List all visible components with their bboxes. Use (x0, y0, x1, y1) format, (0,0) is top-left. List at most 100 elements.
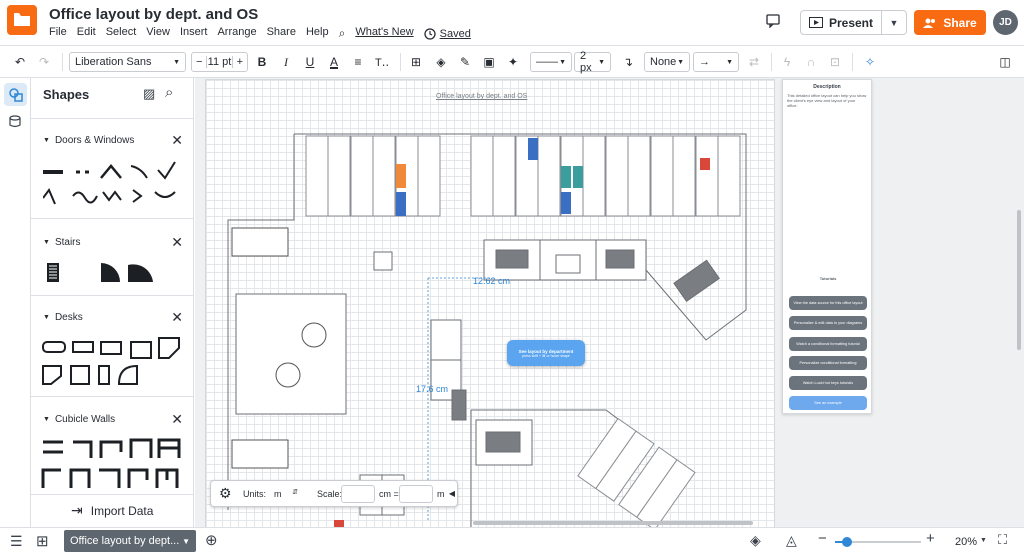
canvas-horizontal-scrollbar[interactable] (473, 521, 753, 525)
fullscreen-icon[interactable]: ⛶ (998, 532, 1007, 548)
zoom-slider-handle[interactable] (842, 537, 852, 547)
magic-wand-icon[interactable]: ✦ (504, 52, 522, 72)
description-panel: Description This detailed office layout … (782, 79, 872, 414)
menu-insert[interactable]: Insert (180, 26, 208, 41)
page-tab[interactable]: Office layout by dept... ▼ (64, 530, 196, 552)
close-icon[interactable]: ✕ (171, 234, 183, 251)
comments-icon[interactable] (766, 14, 780, 33)
menu-help[interactable]: Help (306, 26, 329, 41)
zoom-level[interactable]: 20% (955, 536, 977, 548)
present-button[interactable]: Present (800, 10, 882, 35)
tutorials-heading: Tutorials (819, 276, 837, 281)
tutorial-button-3[interactable]: Watch a conditional formatting tutorial (789, 337, 867, 351)
measurement-label-1: 12.62 cm (473, 276, 511, 286)
arrow-start-select[interactable]: None ▼ (644, 52, 690, 72)
user-avatar[interactable]: JD (993, 10, 1018, 35)
canvas-vertical-scrollbar[interactable] (1017, 210, 1021, 350)
wrench-icon[interactable]: ✧ (861, 52, 879, 72)
section-desks[interactable]: ▼ Desks ✕ (43, 309, 183, 326)
style-icon[interactable]: ▣ (480, 52, 498, 72)
scale-cm-input[interactable] (341, 485, 375, 503)
line-width-select[interactable]: 2 px ▼ (574, 50, 611, 74)
tutorial-button-2[interactable]: Personalize & edit data to your diagrams (789, 316, 867, 330)
present-dropdown-chevron-icon[interactable]: ▼ (881, 10, 907, 35)
diagram-canvas[interactable]: Office layout by dept. and OS 12.62 cm 1… (195, 78, 1024, 527)
underline-icon[interactable]: U (301, 52, 319, 72)
line-style-select[interactable]: —— ▼ (530, 52, 572, 72)
arrow-end-select[interactable]: → ▼ (693, 52, 739, 72)
share-button[interactable]: Share (914, 10, 986, 35)
floor-plan[interactable] (206, 80, 776, 527)
stairs-shapes[interactable] (43, 261, 183, 285)
redo-icon[interactable]: ↷ (34, 52, 54, 72)
close-icon[interactable]: ✕ (171, 309, 183, 326)
list-view-icon[interactable]: ☰ (10, 533, 23, 550)
italic-icon[interactable]: I (277, 52, 295, 72)
saved-label: Saved (439, 27, 471, 40)
fill-color-icon[interactable]: ◈ (432, 52, 450, 72)
section-doors-windows[interactable]: ▼ Doors & Windows ✕ (43, 132, 183, 149)
text-options-icon[interactable]: T‥ (373, 52, 391, 72)
app-logo-folder-icon[interactable] (7, 5, 37, 35)
lightning-icon[interactable]: ϟ (778, 52, 796, 72)
swap-arrows-icon[interactable]: ⇄ (745, 52, 763, 72)
units-select[interactable]: m ⇵ (269, 485, 301, 503)
saved-status[interactable]: Saved (424, 26, 481, 41)
menu-share[interactable]: Share (267, 26, 296, 41)
bold-icon[interactable]: B (253, 52, 271, 72)
font-size-increase-button[interactable]: + (231, 56, 247, 68)
tutorial-button-1[interactable]: View the data source for this office lay… (789, 296, 867, 310)
section-cubicle-walls[interactable]: ▼ Cubicle Walls ✕ (43, 411, 183, 428)
scale-m-input[interactable] (399, 485, 433, 503)
zoom-in-icon[interactable]: + (926, 530, 935, 547)
lock-icon[interactable]: ⊡ (826, 52, 844, 72)
tutorial-button-4[interactable]: Personalize conditional formatting (789, 356, 867, 370)
layers-icon[interactable]: ◈ (750, 532, 761, 549)
tutorial-button-5[interactable]: Watch Lucid hot keys tutorials (789, 376, 867, 390)
line-shape-icon[interactable]: ↴ (619, 52, 637, 72)
panel-toggle-icon[interactable]: ◫ (995, 52, 1015, 72)
document-title[interactable]: Office layout by dept. and OS (49, 6, 258, 23)
cubicle-walls-shapes[interactable] (41, 438, 186, 496)
see-example-button[interactable]: See an example (789, 396, 867, 410)
diagram-page[interactable]: Office layout by dept. and OS 12.62 cm 1… (205, 79, 775, 527)
menu-arrange[interactable]: Arrange (217, 26, 256, 41)
share-label: Share (943, 15, 977, 30)
close-icon[interactable]: ✕ (171, 411, 183, 428)
grid-view-icon[interactable]: ⊞ (36, 532, 49, 550)
font-size-stepper[interactable]: − 11 pt + (191, 52, 248, 72)
table-grid-icon[interactable]: ⊞ (407, 52, 425, 72)
line-color-icon[interactable]: ✎ (456, 52, 474, 72)
menu-file[interactable]: File (49, 26, 67, 41)
doors-windows-shapes[interactable] (43, 158, 183, 208)
undo-icon[interactable]: ↶ (10, 52, 30, 72)
image-icon[interactable]: ▨ (143, 86, 155, 102)
text-align-icon[interactable]: ≡ (349, 52, 367, 72)
desks-shapes[interactable] (41, 336, 186, 386)
binoculars-icon[interactable]: ⌕ (339, 26, 346, 41)
menu-view[interactable]: View (146, 26, 170, 41)
chevron-down-icon: ▼ (559, 58, 566, 66)
menu-select[interactable]: Select (106, 26, 137, 41)
shapes-tool-icon[interactable] (4, 83, 27, 106)
chevron-down-icon[interactable]: ▼ (182, 537, 190, 546)
section-stairs[interactable]: ▼ Stairs ✕ (43, 234, 183, 251)
collapse-caret-icon[interactable]: ◀ (449, 489, 455, 498)
font-family-select[interactable]: Liberation Sans ▼ (69, 52, 186, 72)
zoom-out-icon[interactable]: − (818, 530, 827, 547)
whats-new-link[interactable]: What's New (355, 26, 413, 41)
close-icon[interactable]: ✕ (171, 132, 183, 149)
search-icon[interactable]: ⌕ (165, 84, 173, 101)
magnet-icon[interactable]: ∩ (802, 52, 820, 72)
text-color-icon[interactable]: A (325, 52, 343, 72)
add-page-icon[interactable]: ⊕ (205, 531, 218, 549)
chevron-down-icon: ▼ (677, 58, 684, 66)
import-data-button[interactable]: ⇥ Import Data (71, 502, 153, 519)
zoom-caret-icon[interactable]: ▼ (980, 537, 987, 544)
font-size-decrease-button[interactable]: − (192, 56, 208, 68)
data-layers-icon[interactable] (4, 110, 27, 133)
settings-gear-icon[interactable]: ⚙ (219, 485, 232, 502)
see-layout-by-department-button[interactable]: See layout by department press shift + ⌘… (507, 340, 585, 366)
menu-edit[interactable]: Edit (77, 26, 96, 41)
navigate-icon[interactable]: ◬ (786, 532, 797, 549)
